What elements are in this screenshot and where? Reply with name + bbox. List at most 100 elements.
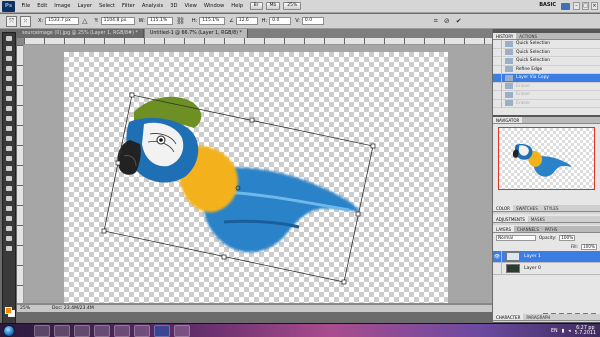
brush-tool-icon[interactable] [3, 104, 15, 113]
tab-color[interactable]: COLOR [493, 205, 513, 211]
tab-masks[interactable]: MASKS [528, 216, 548, 222]
tab-adjustments[interactable]: ADJUSTMENTS [493, 216, 528, 222]
commit-transform-icon[interactable]: ✔ [456, 17, 462, 25]
menu-analysis[interactable]: Analysis [138, 0, 166, 13]
tab-character[interactable]: CHARACTER [493, 314, 524, 320]
shape-tool-icon[interactable] [3, 204, 15, 213]
history-item-selected[interactable]: Layer Via Copy [493, 73, 600, 83]
tab-paragraph[interactable]: PARAGRAPH [523, 314, 553, 320]
visibility-eye-icon[interactable] [493, 262, 502, 275]
menu-view[interactable]: View [181, 0, 200, 13]
doc-tab-sourceimage[interactable]: sourceimage (0).jpg @ 25% (Layer 1, RGB/… [17, 29, 144, 38]
move-tool-icon[interactable] [3, 34, 15, 43]
history-item[interactable]: Quick Selection [493, 39, 600, 49]
warp-mode-icon[interactable]: ⌗ [434, 17, 438, 26]
relative-position-icon[interactable]: △ [82, 17, 87, 25]
history-brush-tool-icon[interactable] [3, 124, 15, 133]
tab-navigator[interactable]: NAVIGATOR [493, 117, 523, 123]
status-zoom[interactable]: 25% [20, 306, 52, 311]
tab-swatches[interactable]: SWATCHES [513, 205, 541, 211]
tab-styles[interactable]: STYLES [541, 205, 562, 211]
pen-tool-icon[interactable] [3, 174, 15, 183]
menu-edit[interactable]: Edit [34, 0, 51, 13]
menu-3d[interactable]: 3D [167, 0, 181, 13]
healing-brush-tool-icon[interactable] [3, 94, 15, 103]
blur-tool-icon[interactable] [3, 154, 15, 163]
crop-tool-icon[interactable] [3, 74, 15, 83]
tab-layers[interactable]: LAYERS [493, 226, 515, 232]
foreground-color-swatch[interactable] [5, 307, 12, 314]
opacity-field[interactable]: 100% [559, 234, 576, 241]
lasso-tool-icon[interactable] [3, 54, 15, 63]
width-field[interactable]: 115.1% [146, 17, 173, 25]
menu-window[interactable]: Window [200, 0, 227, 13]
visibility-eye-icon[interactable]: 👁 [493, 250, 502, 263]
eraser-tool-icon[interactable] [3, 134, 15, 143]
skew-v-field[interactable]: 0.0 [301, 17, 324, 25]
y-field[interactable]: 1104.8 px [100, 17, 135, 25]
bridge-button[interactable]: Br [249, 2, 263, 10]
volume-icon[interactable]: ◂ [568, 329, 570, 334]
navigator-view-box[interactable] [498, 127, 595, 190]
reference-point-icon[interactable]: ⁙ [20, 15, 31, 27]
close-button[interactable]: × [591, 2, 598, 10]
menu-image[interactable]: Image [51, 0, 74, 13]
language-indicator[interactable]: EN [551, 329, 558, 334]
taskbar-media-icon[interactable] [54, 325, 70, 337]
taskbar-folder-icon[interactable] [34, 325, 50, 337]
eyedropper-tool-icon[interactable] [3, 84, 15, 93]
taskbar-browser-icon[interactable] [74, 325, 90, 337]
skew-h-field[interactable]: 0.0 [269, 17, 292, 25]
clone-stamp-tool-icon[interactable] [3, 114, 15, 123]
layer-row[interactable]: Layer 0 [493, 262, 600, 275]
taskbar-app-icon[interactable] [174, 325, 190, 337]
menu-select[interactable]: Select [95, 0, 118, 13]
history-item[interactable]: Quick Selection [493, 48, 600, 57]
minimize-button[interactable]: – [573, 2, 580, 10]
height-field[interactable]: 115.1% [199, 17, 226, 25]
taskbar-photoshop-icon[interactable] [154, 325, 170, 337]
layer-row-selected[interactable]: 👁 Layer 1 [493, 250, 600, 263]
cancel-transform-icon[interactable]: ⊘ [444, 17, 450, 25]
menu-filter[interactable]: Filter [118, 0, 138, 13]
history-item[interactable]: Eraser [493, 90, 600, 100]
type-tool-icon[interactable] [3, 184, 15, 193]
parrot-image[interactable] [64, 52, 448, 303]
vertical-ruler[interactable] [17, 45, 24, 303]
horizontal-ruler[interactable] [24, 38, 492, 45]
taskbar-app-icon[interactable] [94, 325, 110, 337]
3d-orbit-tool-icon[interactable] [3, 224, 15, 233]
clock[interactable]: 6:27 pp 5.7.2011 [575, 326, 596, 336]
history-item[interactable]: Refine Edge [493, 65, 600, 74]
hand-tool-icon[interactable] [3, 234, 15, 243]
angle-field[interactable]: 12.6 [235, 17, 258, 25]
start-button-icon[interactable] [3, 325, 15, 337]
workspace-switcher[interactable]: BASIC [539, 2, 556, 8]
link-icon[interactable]: ⛓ [176, 17, 185, 25]
navigator-preview[interactable] [498, 127, 595, 190]
tab-paths[interactable]: PATHS [542, 226, 561, 232]
3d-rotate-tool-icon[interactable] [3, 214, 15, 223]
menu-file[interactable]: File [18, 0, 34, 13]
taskbar-app-icon[interactable] [134, 325, 150, 337]
minibridge-button[interactable]: Mb [265, 2, 281, 10]
canvas-area[interactable] [24, 45, 492, 303]
tab-actions[interactable]: ACTIONS [516, 33, 540, 39]
history-item[interactable]: Eraser [493, 82, 600, 91]
dodge-tool-icon[interactable] [3, 164, 15, 173]
quick-selection-tool-icon[interactable] [3, 64, 15, 73]
marquee-tool-icon[interactable] [3, 44, 15, 53]
maximize-button[interactable]: □ [582, 2, 589, 10]
history-item[interactable]: Eraser [493, 99, 600, 108]
x-field[interactable]: 1533.7 px [45, 17, 80, 25]
fill-field[interactable]: 100% [581, 243, 597, 250]
tab-history[interactable]: HISTORY [493, 33, 517, 39]
gradient-tool-icon[interactable] [3, 144, 15, 153]
path-selection-tool-icon[interactable] [3, 194, 15, 203]
cs-live-icon[interactable] [561, 3, 570, 10]
blend-mode-select[interactable]: Normal [496, 234, 536, 241]
menu-layer[interactable]: Layer [74, 0, 95, 13]
menu-help[interactable]: Help [228, 0, 247, 13]
tab-channels[interactable]: CHANNELS [514, 226, 542, 232]
history-item[interactable]: Quick Selection [493, 56, 600, 66]
